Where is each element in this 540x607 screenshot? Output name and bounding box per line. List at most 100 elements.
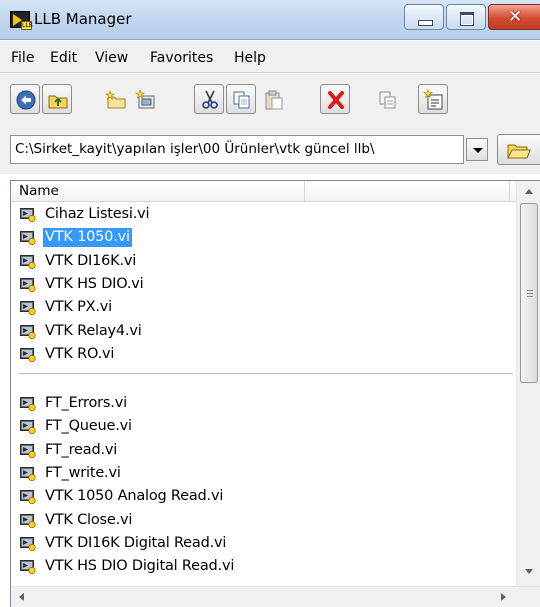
labview-vi-file-icon xyxy=(20,513,36,528)
file-name: VTK DI16K.vi xyxy=(45,252,137,269)
labview-vi-file-icon xyxy=(20,277,36,292)
paste-button[interactable] xyxy=(258,84,288,114)
path-dropdown-button[interactable] xyxy=(466,138,488,161)
toolbar xyxy=(0,74,540,124)
labview-vi-file-icon xyxy=(20,536,36,551)
column-header-row: Name xyxy=(11,181,516,202)
rename-button[interactable] xyxy=(372,84,402,114)
file-name: FT_Queue.vi xyxy=(45,418,132,435)
folder-up-icon xyxy=(48,95,68,109)
new-vi-icon xyxy=(423,89,443,110)
delete-x-icon xyxy=(328,91,344,109)
file-row[interactable]: VTK DI16K Digital Read.vi xyxy=(17,532,513,555)
maximize-button[interactable] xyxy=(446,4,486,30)
file-name: VTK HS DIO.vi xyxy=(45,275,144,292)
file-name: VTK RO.vi xyxy=(45,345,115,362)
close-icon: ✕ xyxy=(508,7,523,27)
file-name: FT_read.vi xyxy=(45,441,118,458)
labview-vi-file-icon xyxy=(20,324,36,339)
scroll-left-arrow-icon[interactable] xyxy=(19,593,24,601)
cut-button[interactable] xyxy=(194,84,224,114)
copy-icon xyxy=(233,91,250,109)
close-button[interactable]: ✕ xyxy=(488,4,540,30)
labview-vi-file-icon xyxy=(20,254,36,269)
file-name: FT_write.vi xyxy=(45,465,121,481)
minimize-button[interactable] xyxy=(404,4,444,30)
file-name: Cihaz Listesi.vi xyxy=(45,206,150,222)
file-row[interactable]: VTK 1050.vi xyxy=(17,226,513,249)
column-divider[interactable] xyxy=(509,181,510,202)
new-folder-button[interactable] xyxy=(100,84,130,114)
labview-vi-file-icon xyxy=(20,231,36,246)
file-name: VTK HS DIO Digital Read.vi xyxy=(45,558,235,575)
up-folder-button[interactable] xyxy=(42,84,72,114)
labview-vi-file-icon xyxy=(20,301,36,316)
horizontal-scrollbar[interactable] xyxy=(11,586,540,607)
copy-button[interactable] xyxy=(226,84,256,114)
delete-button[interactable] xyxy=(320,84,350,114)
scroll-up-arrow-icon[interactable] xyxy=(525,189,533,194)
folder-open-icon xyxy=(507,144,531,159)
browse-folder-button[interactable] xyxy=(497,134,540,165)
new-llb-icon xyxy=(135,89,155,109)
back-arrow-icon xyxy=(16,90,36,110)
window-title: LLB Manager xyxy=(34,10,132,28)
scroll-down-arrow-icon[interactable] xyxy=(525,569,533,574)
new-folder-icon xyxy=(105,90,126,109)
scroll-grip-icon xyxy=(527,290,533,297)
title-bar[interactable]: LLB LLB Manager ✕ xyxy=(0,0,540,40)
file-name: VTK Close.vi xyxy=(45,511,133,528)
labview-vi-file-icon xyxy=(20,443,36,458)
llb-manager-app-icon[interactable]: LLB xyxy=(10,11,33,30)
file-row[interactable]: VTK PX.vi xyxy=(17,296,513,319)
menu-favorites[interactable]: Favorites xyxy=(150,50,213,66)
file-name: VTK DI16K Digital Read.vi xyxy=(45,534,227,551)
file-row[interactable]: FT_Queue.vi xyxy=(17,415,513,438)
labview-vi-file-icon xyxy=(20,420,36,435)
file-row[interactable]: VTK Close.vi xyxy=(17,509,513,532)
file-row[interactable]: VTK HS DIO.vi xyxy=(17,273,513,296)
file-list: Cihaz Listesi.vi VTK 1050.vi VTK DI16K.vi V… xyxy=(17,202,513,582)
file-row[interactable]: FT_Errors.vi xyxy=(17,392,513,415)
vertical-scrollbar[interactable] xyxy=(516,181,540,586)
labview-vi-file-icon xyxy=(20,467,36,481)
group-separator xyxy=(19,373,513,375)
column-divider[interactable] xyxy=(304,181,305,202)
file-row[interactable]: Cihaz Listesi.vi xyxy=(17,203,513,226)
new-llb-button[interactable] xyxy=(130,84,160,114)
labview-vi-file-icon xyxy=(20,490,36,505)
file-name: FT_Errors.vi xyxy=(45,395,127,412)
file-row[interactable]: FT_write.vi xyxy=(17,462,513,485)
path-input[interactable]: C:\Sirket_kayit\yapılan işler\00 Ürünler… xyxy=(10,135,464,164)
file-list-view[interactable]: Name Cihaz Listesi.vi VTK 1050.vi VTK DI16… xyxy=(10,180,540,607)
file-row[interactable]: VTK DI16K.vi xyxy=(17,250,513,273)
paste-icon xyxy=(265,90,283,110)
file-row[interactable]: VTK RO.vi xyxy=(17,343,513,366)
file-name: VTK PX.vi xyxy=(45,299,112,316)
file-row[interactable]: VTK 1050 Analog Read.vi xyxy=(17,485,513,508)
menu-help[interactable]: Help xyxy=(234,50,266,66)
file-row[interactable]: VTK Relay4.vi xyxy=(17,320,513,343)
column-header-name[interactable]: Name xyxy=(19,183,59,199)
menu-view[interactable]: View xyxy=(95,50,128,66)
vertical-scroll-thumb[interactable] xyxy=(520,203,538,383)
file-row[interactable]: VTK HS DIO Digital Read.vi xyxy=(17,555,513,578)
rename-icon xyxy=(379,91,396,109)
file-name: VTK 1050.vi xyxy=(43,228,132,248)
labview-vi-file-icon xyxy=(20,347,36,362)
file-name: VTK 1050 Analog Read.vi xyxy=(45,488,224,505)
labview-vi-file-icon xyxy=(20,208,36,222)
back-button[interactable] xyxy=(10,84,40,114)
menu-file[interactable]: File xyxy=(11,50,34,66)
file-name: VTK Relay4.vi xyxy=(45,322,142,339)
path-bar: C:\Sirket_kayit\yapılan işler\00 Ürünler… xyxy=(0,124,540,174)
menu-bar: File Edit View Favorites Help xyxy=(0,41,540,73)
scissors-icon xyxy=(202,90,218,109)
scroll-right-arrow-icon[interactable] xyxy=(501,593,506,601)
new-vi-button[interactable] xyxy=(418,84,448,114)
menu-edit[interactable]: Edit xyxy=(50,50,77,66)
file-row[interactable]: FT_read.vi xyxy=(17,439,513,462)
app-icon-badge: LLB xyxy=(21,21,33,30)
labview-vi-file-icon xyxy=(20,560,36,575)
labview-vi-file-icon xyxy=(20,397,36,412)
